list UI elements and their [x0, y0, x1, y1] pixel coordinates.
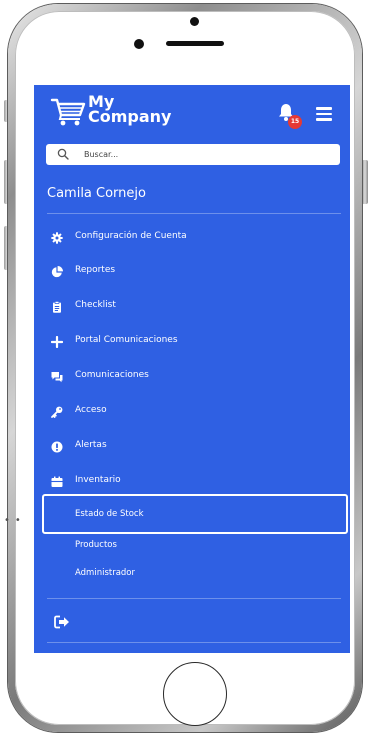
hamburger-menu-icon[interactable]	[316, 107, 332, 121]
menu-item-label: Inventario	[75, 475, 121, 485]
shopping-cart-logo-icon	[50, 98, 86, 126]
brand-name[interactable]: My Company	[88, 94, 172, 126]
inventory-icon	[51, 476, 63, 487]
menu-item-configuracion[interactable]: Configuración de Cuenta	[34, 224, 350, 252]
pie-chart-icon	[51, 266, 63, 278]
submenu-item-label: Administrador	[75, 568, 136, 578]
proximity-sensor	[134, 39, 144, 49]
menu-item-acceso[interactable]: Acceso	[34, 398, 350, 426]
menu-item-reportes[interactable]: Reportes	[34, 258, 350, 286]
menu-item-label: Alertas	[75, 440, 107, 450]
submenu-item-productos[interactable]: Productos	[34, 534, 350, 558]
search-input[interactable]	[84, 144, 324, 165]
plus-icon	[51, 336, 63, 348]
submenu-item-label: Productos	[75, 540, 117, 550]
submenu-item-label: Estado de Stock	[75, 509, 144, 519]
home-button[interactable]	[163, 662, 227, 726]
menu-item-label: Acceso	[75, 405, 107, 415]
annotation-dots: ••	[4, 515, 26, 526]
menu-item-comunicaciones[interactable]: Comunicaciones	[34, 363, 350, 391]
logout-icon[interactable]	[54, 615, 70, 629]
submenu-item-administrador[interactable]: Administrador	[34, 562, 350, 586]
chat-icon	[51, 372, 63, 383]
divider-footer	[47, 642, 341, 643]
notification-badge: 15	[288, 115, 302, 129]
brand-line-2: Company	[88, 107, 172, 126]
menu-item-label: Comunicaciones	[75, 370, 149, 380]
exclamation-circle-icon	[51, 441, 63, 453]
submenu-item-estado-de-stock[interactable]: Estado de Stock	[42, 494, 348, 534]
divider-bottom	[47, 598, 341, 599]
search-icon	[57, 148, 69, 160]
key-icon	[51, 406, 63, 418]
divider-top	[47, 213, 341, 214]
search-bar	[46, 144, 340, 165]
menu-item-label: Reportes	[75, 265, 116, 275]
earpiece-speaker	[166, 41, 224, 46]
front-camera	[190, 17, 199, 26]
phone-power-button	[362, 160, 368, 204]
menu-item-inventario[interactable]: Inventario	[34, 468, 350, 496]
gear-icon	[51, 232, 63, 244]
menu-item-alertas[interactable]: Alertas	[34, 433, 350, 461]
clipboard-icon	[53, 301, 61, 313]
sidebar-menu: My Company 15 Camila Cornejo	[34, 85, 350, 653]
menu-item-portal-comunicaciones[interactable]: Portal Comunicaciones	[34, 328, 350, 356]
menu-item-label: Configuración de Cuenta	[75, 231, 187, 241]
sidebar-header: My Company 15	[34, 85, 350, 137]
menu-item-checklist[interactable]: Checklist	[34, 293, 350, 321]
user-name: Camila Cornejo	[47, 186, 146, 201]
menu-item-label: Checklist	[75, 300, 116, 310]
menu-item-label: Portal Comunicaciones	[75, 335, 178, 345]
